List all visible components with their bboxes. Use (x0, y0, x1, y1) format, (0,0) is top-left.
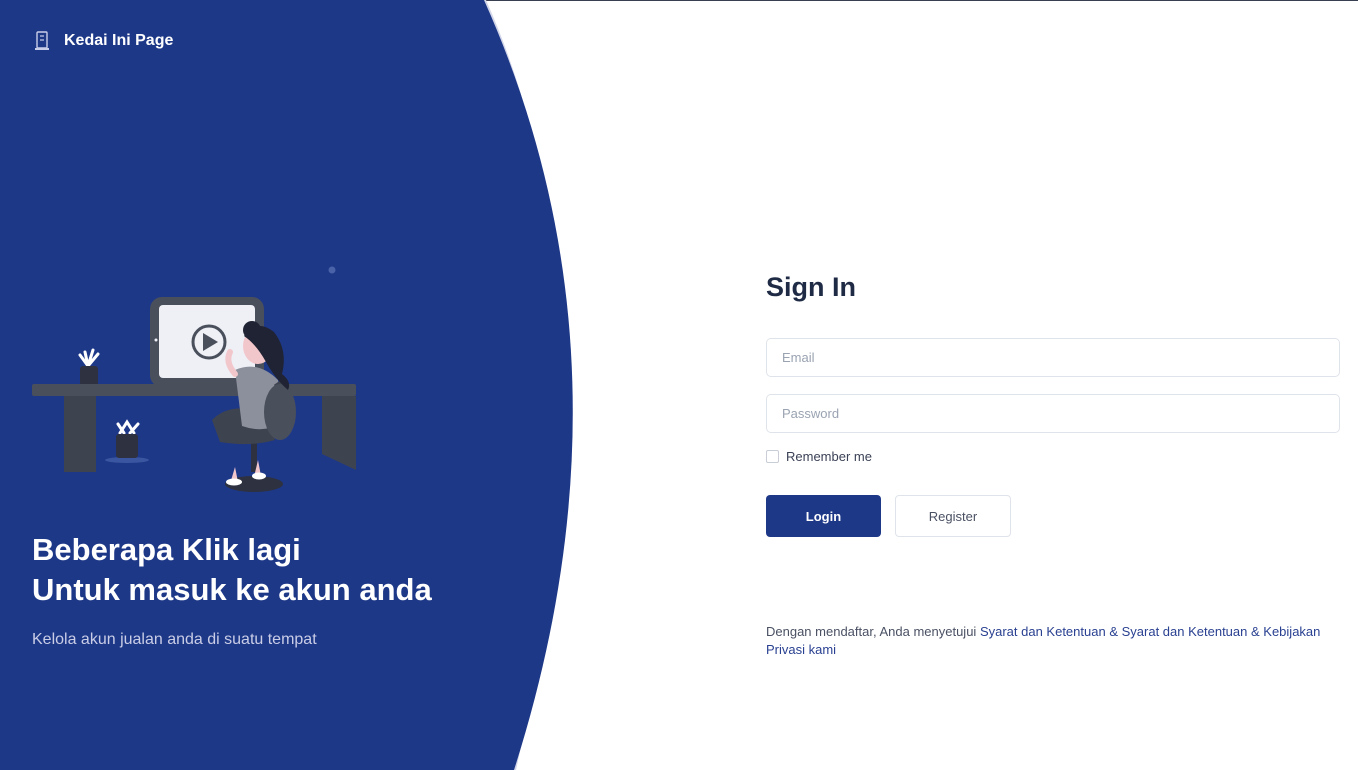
login-button[interactable]: Login (766, 495, 881, 537)
terms-text: Dengan mendaftar, Anda menyetujui Syarat… (766, 623, 1326, 659)
terms-link-2[interactable]: Syarat dan Ketentuan (1122, 624, 1248, 639)
password-input[interactable] (766, 394, 1340, 433)
remember-me-label: Remember me (786, 449, 872, 464)
brand[interactable]: Kedai Ini Page (34, 30, 173, 52)
terms-separator-2: & (1247, 624, 1264, 639)
hero-heading-line-1: Beberapa Klik lagi (32, 532, 301, 567)
terms-separator-1: & (1105, 624, 1122, 639)
brand-name: Kedai Ini Page (64, 32, 174, 49)
email-input[interactable] (766, 338, 1340, 377)
terms-link[interactable]: Syarat dan Ketentuan (980, 624, 1106, 639)
desk-illustration (32, 266, 356, 492)
remember-me[interactable]: Remember me (766, 449, 872, 464)
terms-prefix: Dengan mendaftar, Anda menyetujui (766, 624, 980, 639)
hero-heading: Beberapa Klik lagi Untuk masuk ke akun a… (32, 530, 432, 610)
building-logo-icon (35, 31, 49, 50)
signin-title: Sign In (766, 272, 856, 302)
remember-me-checkbox[interactable] (766, 450, 779, 463)
hero-heading-line-2: Untuk masuk ke akun anda (32, 572, 432, 607)
register-button[interactable]: Register (895, 495, 1011, 537)
hero-subtitle: Kelola akun jualan anda di suatu tempat (32, 631, 317, 648)
